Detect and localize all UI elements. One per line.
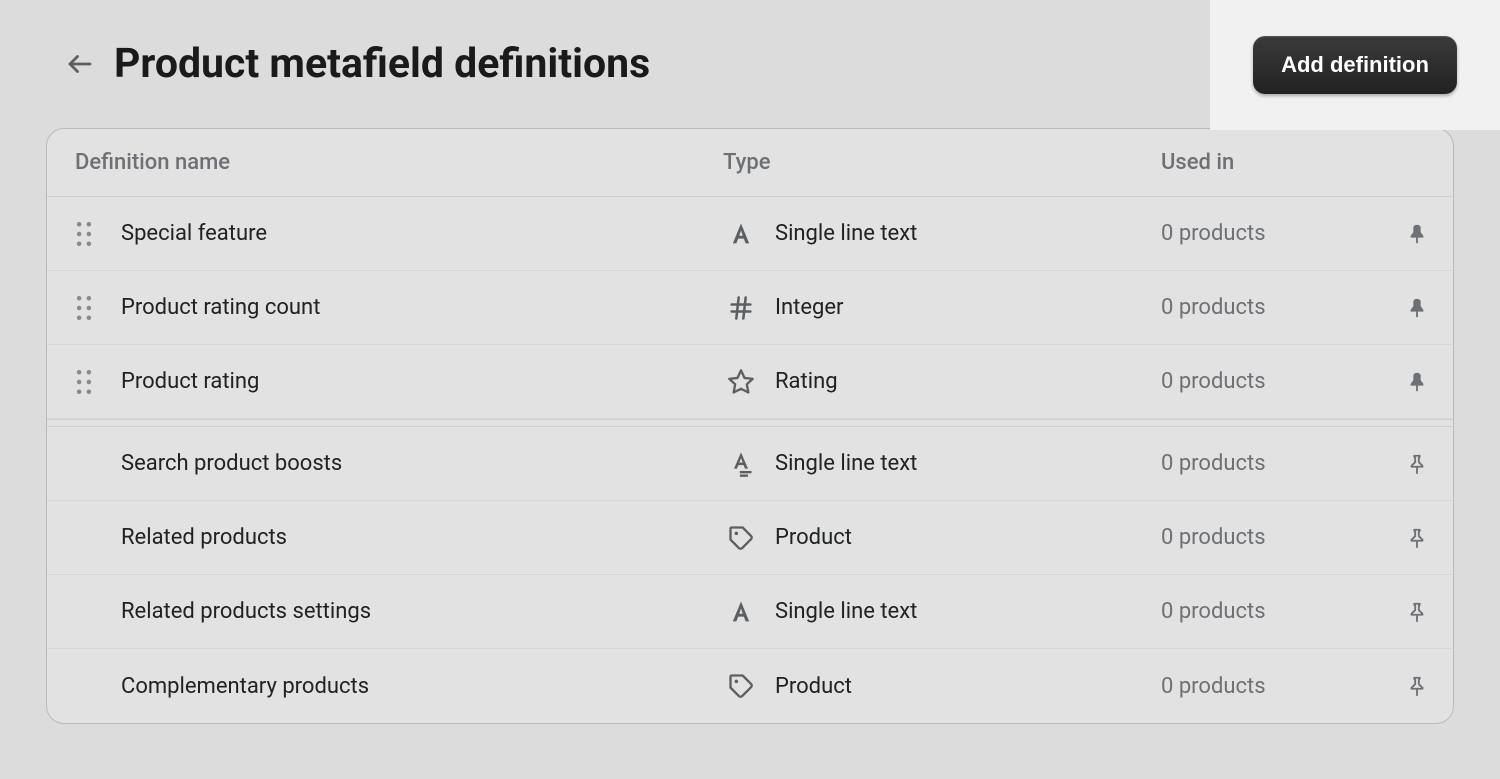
used-in-count: 0 products — [1161, 221, 1397, 246]
definition-name: Special feature — [121, 221, 267, 246]
arrow-left-icon — [65, 49, 95, 79]
used-in-count: 0 products — [1161, 295, 1397, 320]
type-label: Product — [775, 674, 852, 699]
back-button[interactable] — [60, 44, 100, 84]
text-icon — [723, 594, 759, 630]
pin-outline-icon — [1406, 451, 1428, 477]
table-row[interactable]: Product rating Rating 0 products — [47, 345, 1453, 419]
used-in-count: 0 products — [1161, 451, 1397, 476]
column-header-type: Type — [723, 150, 1161, 175]
pin-outline-icon — [1406, 673, 1428, 699]
definition-name: Product rating — [121, 369, 259, 394]
drag-handle-icon[interactable] — [75, 369, 121, 395]
table-row[interactable]: Product rating count Integer 0 products — [47, 271, 1453, 345]
pin-button[interactable] — [1397, 525, 1437, 551]
table-row[interactable]: Complementary products Product 0 products — [47, 649, 1453, 723]
integer-icon — [723, 290, 759, 326]
table-row[interactable]: Special feature Single line text 0 product… — [47, 197, 1453, 271]
pin-filled-icon — [1406, 295, 1428, 321]
definition-name: Related products settings — [121, 599, 371, 624]
type-label: Single line text — [775, 599, 917, 624]
table-header-row: Definition name Type Used in — [47, 129, 1453, 197]
page-title: Product metafield definitions — [114, 40, 650, 88]
pin-button[interactable] — [1397, 221, 1437, 247]
type-label: Single line text — [775, 451, 917, 476]
column-header-used: Used in — [1161, 150, 1397, 175]
pin-outline-icon — [1406, 599, 1428, 625]
type-label: Rating — [775, 369, 838, 394]
pin-button[interactable] — [1397, 451, 1437, 477]
group-divider — [47, 419, 1453, 427]
table-row[interactable]: Related products Product 0 products — [47, 501, 1453, 575]
add-definition-button[interactable]: Add definition — [1253, 36, 1457, 94]
pin-button[interactable] — [1397, 599, 1437, 625]
pin-filled-icon — [1406, 369, 1428, 395]
used-in-count: 0 products — [1161, 674, 1397, 699]
pin-button[interactable] — [1397, 295, 1437, 321]
definitions-table: Definition name Type Used in Special fea… — [46, 128, 1454, 724]
type-label: Product — [775, 525, 852, 550]
table-row[interactable]: Related products settings Single line tex… — [47, 575, 1453, 649]
used-in-count: 0 products — [1161, 599, 1397, 624]
drag-handle-icon[interactable] — [75, 295, 121, 321]
pin-outline-icon — [1406, 525, 1428, 551]
pin-filled-icon — [1406, 221, 1428, 247]
column-header-name: Definition name — [75, 150, 723, 175]
text-icon — [723, 216, 759, 252]
definition-name: Complementary products — [121, 674, 369, 699]
definition-name: Search product boosts — [121, 451, 342, 476]
text-underline-icon — [723, 446, 759, 482]
used-in-count: 0 products — [1161, 369, 1397, 394]
definition-name: Product rating count — [121, 295, 320, 320]
rating-icon — [723, 364, 759, 400]
drag-handle-icon[interactable] — [75, 221, 121, 247]
pin-button[interactable] — [1397, 673, 1437, 699]
table-row[interactable]: Search product boosts Single line text 0 p… — [47, 427, 1453, 501]
product-icon — [723, 520, 759, 556]
type-label: Single line text — [775, 221, 917, 246]
definition-name: Related products — [121, 525, 287, 550]
add-definition-highlight: Add definition — [1210, 0, 1500, 130]
pin-button[interactable] — [1397, 369, 1437, 395]
used-in-count: 0 products — [1161, 525, 1397, 550]
product-icon — [723, 668, 759, 704]
type-label: Integer — [775, 295, 843, 320]
